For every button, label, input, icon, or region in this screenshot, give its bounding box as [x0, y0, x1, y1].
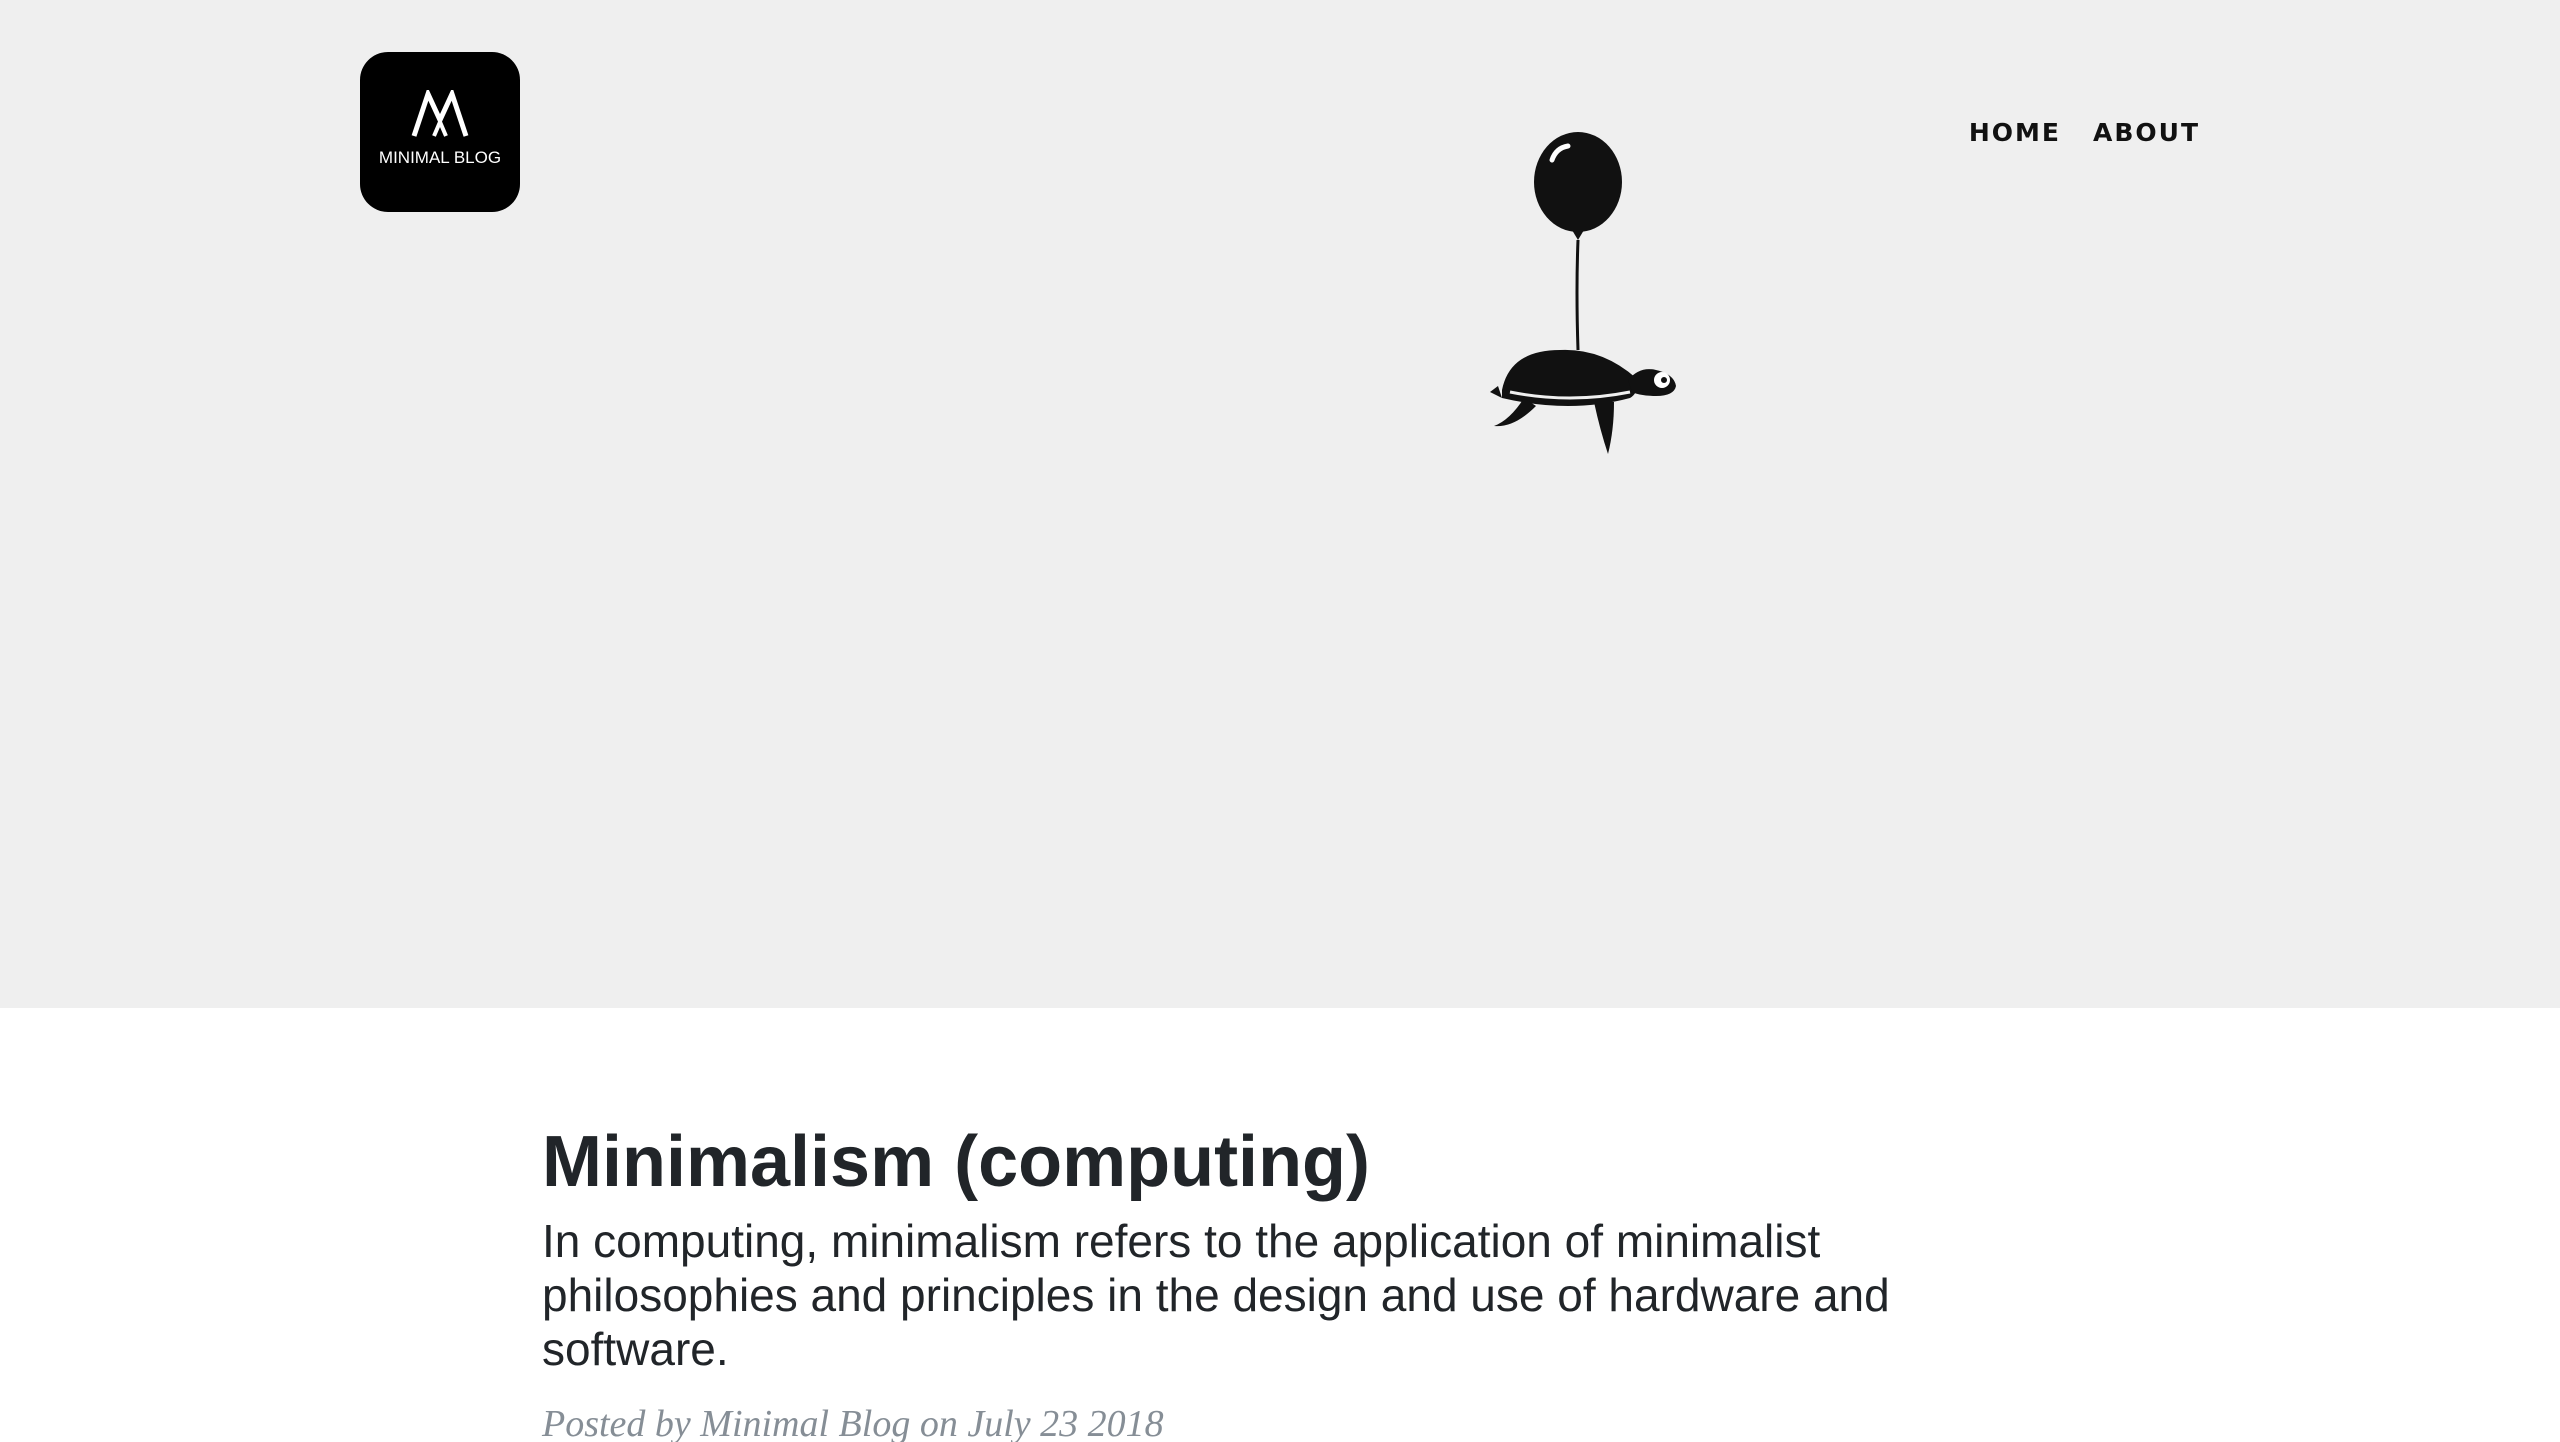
logo-m-icon [411, 90, 469, 137]
nav-about-link[interactable]: ABOUT [2093, 118, 2200, 147]
turtle-balloon-illustration [1490, 132, 1676, 454]
logo-text: MINIMAL BLOG [378, 148, 502, 167]
post-meta: Posted by Minimal Blog on July 23 2018 [542, 1403, 1164, 1442]
site-logo-link[interactable]: MINIMAL BLOG [360, 52, 520, 212]
post-subtitle[interactable]: In computing, minimalism refers to the a… [542, 1214, 1892, 1376]
hero-header: MINIMAL BLOG HOME ABOUT [0, 0, 2560, 1008]
nav-home-link[interactable]: HOME [1969, 118, 2061, 147]
main-nav: HOME ABOUT [1969, 118, 2200, 147]
balloon-icon [1534, 132, 1622, 232]
post-title[interactable]: Minimalism (computing) [542, 1120, 1912, 1204]
post-preview: Minimalism (computing) In computing, min… [542, 1120, 1912, 1442]
